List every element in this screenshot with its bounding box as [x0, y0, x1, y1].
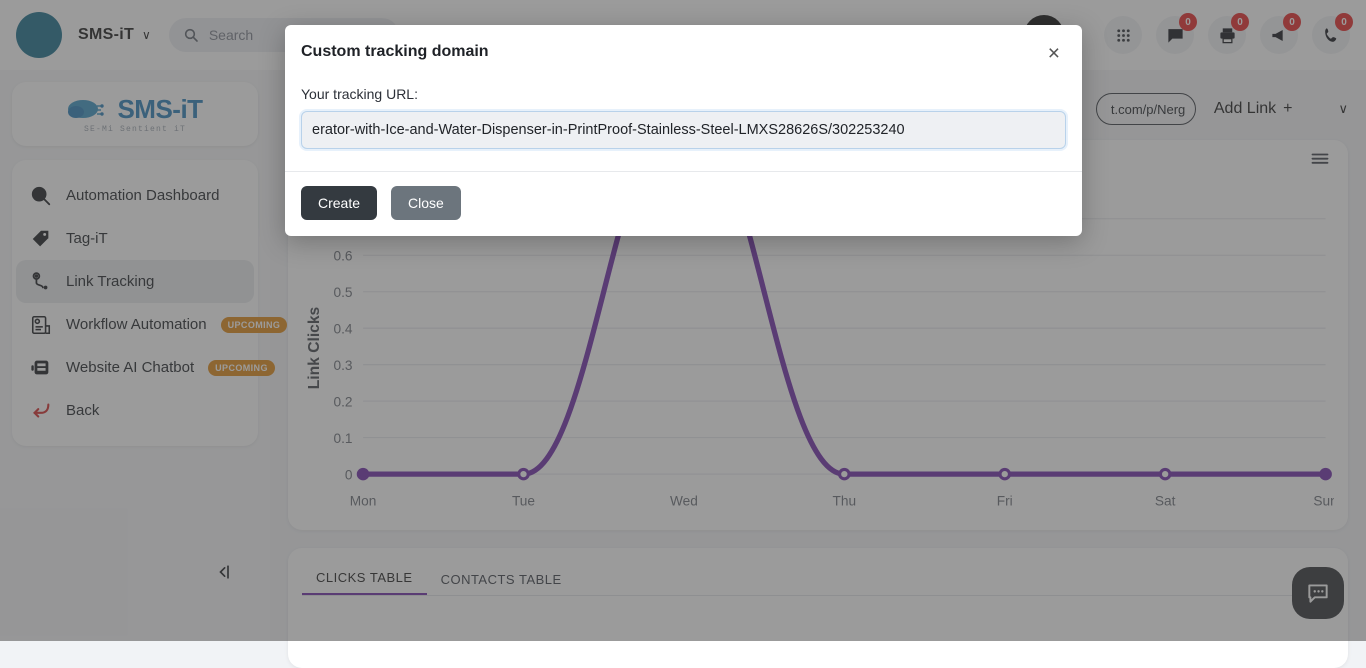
- modal-title: Custom tracking domain: [301, 43, 489, 61]
- close-button[interactable]: Close: [391, 186, 461, 220]
- tracking-url-label: Your tracking URL:: [301, 86, 1066, 102]
- close-icon[interactable]: ×: [1046, 43, 1062, 64]
- create-button[interactable]: Create: [301, 186, 377, 220]
- modal-body: Your tracking URL:: [285, 70, 1082, 171]
- tracking-url-input[interactable]: [301, 111, 1066, 149]
- custom-tracking-domain-modal: Custom tracking domain × Your tracking U…: [285, 25, 1082, 236]
- modal-header: Custom tracking domain ×: [285, 25, 1082, 70]
- modal-footer: Create Close: [285, 171, 1082, 236]
